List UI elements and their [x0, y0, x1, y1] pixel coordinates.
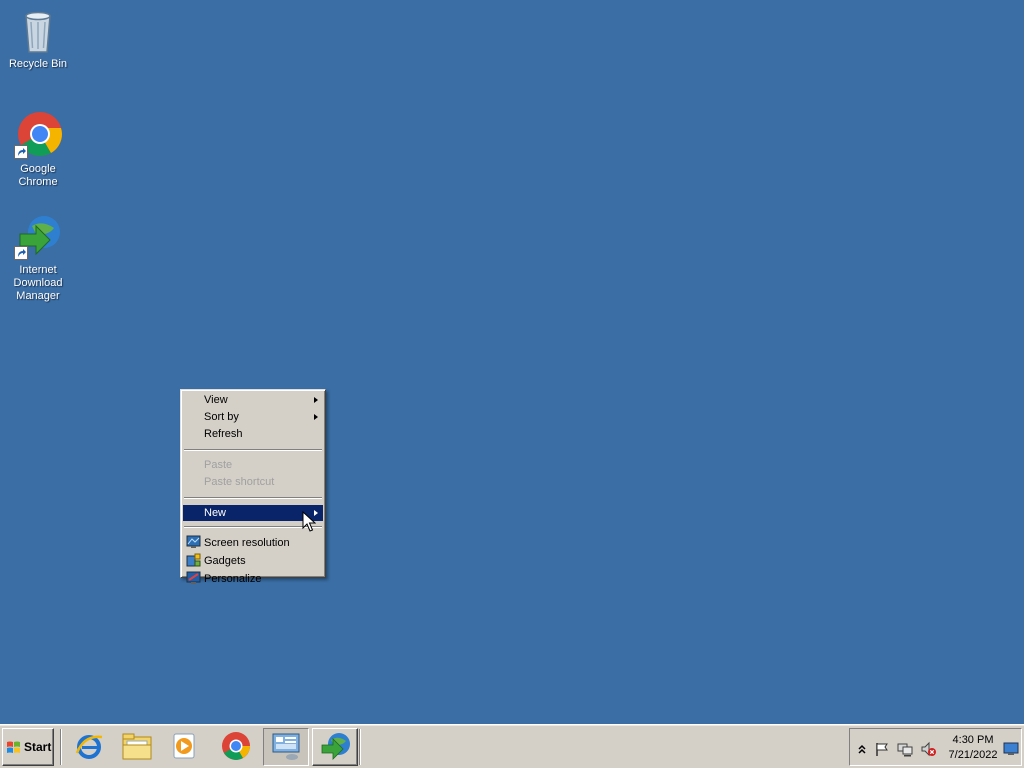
taskbar-idm[interactable] — [312, 728, 358, 766]
menu-item-screen-resolution[interactable]: Screen resolution — [183, 534, 323, 552]
internet-explorer-icon — [74, 731, 104, 764]
menu-item-label: Personalize — [204, 573, 262, 585]
taskbar-media-player[interactable] — [162, 728, 208, 766]
menu-item-label: Refresh — [204, 428, 243, 440]
idm-icon — [319, 731, 351, 764]
desktop-icon-label: Google Chrome — [18, 163, 58, 188]
menu-item-gadgets[interactable]: Gadgets — [183, 552, 323, 570]
submenu-arrow-icon — [314, 414, 318, 420]
start-button[interactable]: Start — [2, 728, 54, 766]
chrome-icon — [14, 111, 62, 159]
menu-item-label: Paste — [204, 459, 233, 471]
desktop[interactable]: Recycle Bin Google Chrome Internet Downl… — [0, 0, 1024, 724]
windows-logo-icon — [6, 740, 21, 755]
desktop-icon-label: Internet Download Manager — [13, 264, 63, 302]
recycle-bin-icon — [14, 6, 62, 54]
desktop-icon-recycle-bin[interactable]: Recycle Bin — [0, 6, 76, 71]
clock-time: 4:30 PM — [952, 734, 994, 746]
action-center-flag-icon[interactable] — [874, 741, 890, 757]
menu-item-sort-by[interactable]: Sort by — [183, 409, 323, 426]
network-icon[interactable] — [897, 741, 913, 757]
shortcut-arrow-icon — [14, 145, 28, 159]
menu-item-paste: Paste — [183, 457, 323, 474]
screen-resolution-icon — [186, 535, 201, 550]
taskbar-file-explorer[interactable] — [114, 728, 160, 766]
menu-item-label: Screen resolution — [204, 537, 290, 549]
menu-item-label: New — [204, 507, 227, 519]
file-explorer-icon — [121, 731, 153, 764]
idm-icon — [14, 212, 62, 260]
menu-item-label: Sort by — [204, 411, 239, 423]
media-player-icon — [170, 731, 200, 764]
taskbar-chrome[interactable] — [213, 728, 259, 766]
start-label: Start — [24, 740, 52, 754]
show-hidden-icons-icon[interactable] — [854, 741, 870, 757]
taskbar-divider — [359, 729, 361, 765]
mouse-cursor-icon — [302, 510, 317, 533]
shortcut-arrow-icon — [14, 246, 28, 260]
menu-item-personalize[interactable]: Personalize — [183, 570, 323, 588]
notification-area: 4:30 PM 7/21/2022 — [849, 728, 1022, 766]
submenu-arrow-icon — [314, 397, 318, 403]
menu-item-view[interactable]: View — [183, 392, 323, 409]
personalize-icon — [186, 571, 201, 586]
chrome-icon — [221, 731, 251, 764]
desktop-icon-internet-download-manager[interactable]: Internet Download Manager — [0, 212, 76, 303]
desktop-context-menu: View Sort by Refresh Paste Paste shortcu… — [180, 389, 326, 585]
menu-item-label: Paste shortcut — [204, 476, 275, 488]
menu-item-paste-shortcut: Paste shortcut — [183, 474, 323, 491]
desktop-icon-google-chrome[interactable]: Google Chrome — [0, 111, 76, 189]
taskbar-server-manager[interactable] — [263, 728, 309, 766]
menu-separator — [184, 497, 322, 499]
taskbar-divider — [60, 729, 62, 765]
taskbar: Start 4:30 PM 7/21/2022 — [0, 724, 1024, 768]
system-clock[interactable]: 4:30 PM 7/21/2022 — [944, 733, 1002, 763]
desktop-icon-label: Recycle Bin — [8, 58, 68, 70]
menu-separator — [184, 449, 322, 451]
menu-item-label: View — [204, 394, 228, 406]
taskbar-internet-explorer[interactable] — [66, 728, 112, 766]
gadgets-icon — [186, 553, 201, 568]
show-desktop-icon[interactable] — [1003, 742, 1019, 758]
menu-item-label: Gadgets — [204, 555, 246, 567]
menu-item-refresh[interactable]: Refresh — [183, 426, 323, 443]
clock-date: 7/21/2022 — [948, 749, 998, 761]
server-manager-icon — [270, 731, 302, 764]
volume-muted-icon[interactable] — [920, 741, 936, 757]
